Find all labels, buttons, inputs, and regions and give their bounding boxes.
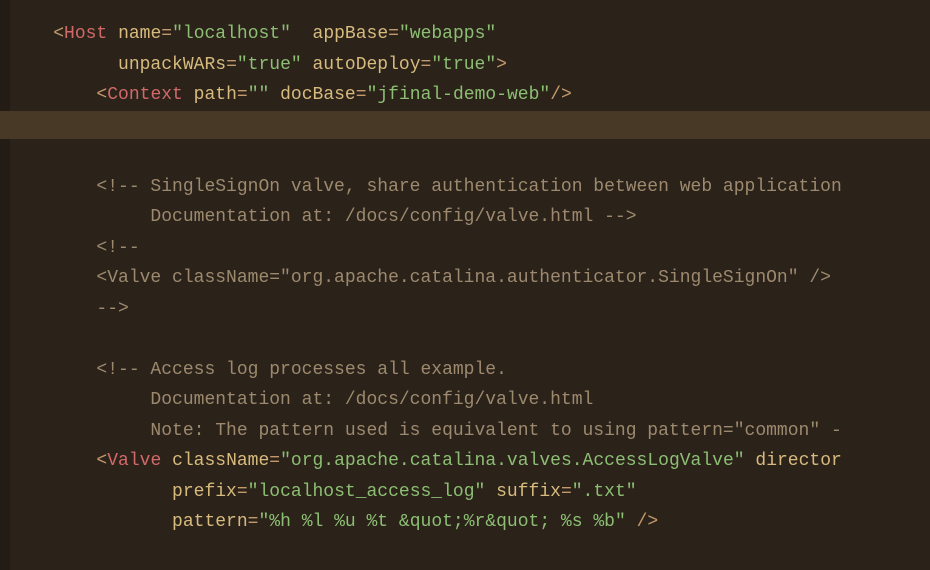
token-cmt: Documentation at: /docs/config/valve.htm… (96, 207, 636, 227)
token-attr: docBase (280, 85, 356, 105)
token-p (96, 512, 172, 532)
token-str: ".txt" (572, 482, 637, 502)
token-attr: path (194, 85, 237, 105)
token-eq: = (237, 85, 248, 105)
code-line[interactable]: Documentation at: /docs/config/valve.htm… (10, 202, 930, 233)
code-line[interactable]: <Valve className="org.apache.catalina.va… (10, 446, 930, 477)
token-eq: = (248, 512, 259, 532)
token-p (485, 482, 496, 502)
code-line[interactable]: pattern="%h %l %u %t &quot;%r&quot; %s %… (10, 507, 930, 538)
token-p (302, 55, 313, 75)
token-str: "localhost_access_log" (248, 482, 486, 502)
code-line[interactable]: Documentation at: /docs/config/valve.htm… (10, 385, 930, 416)
token-p (626, 512, 637, 532)
token-str: "true" (431, 55, 496, 75)
token-eq: = (269, 451, 280, 471)
token-eq: = (356, 85, 367, 105)
token-cmt: <!-- (96, 238, 139, 258)
code-editor[interactable]: <Host name="localhost" appBase="webapps"… (0, 0, 930, 570)
code-line[interactable]: <!-- (10, 233, 930, 264)
token-attr: unpackWARs (118, 55, 226, 75)
code-line[interactable]: unpackWARs="true" autoDeploy="true"> (10, 50, 930, 81)
code-line[interactable]: <!-- SingleSignOn valve, share authentic… (10, 172, 930, 203)
code-line[interactable] (10, 538, 930, 569)
code-line[interactable]: <Valve className="org.apache.catalina.au… (10, 263, 930, 294)
token-br: > (561, 85, 572, 105)
token-p (96, 482, 172, 502)
token-attr: pattern (172, 512, 248, 532)
code-line[interactable]: Note: The pattern used is equivalent to … (10, 416, 930, 447)
code-line[interactable]: <Host name="localhost" appBase="webapps" (10, 19, 930, 50)
token-tag: Valve (107, 451, 161, 471)
token-attr: director (755, 451, 841, 471)
token-str: "" (248, 85, 270, 105)
code-content[interactable]: <Host name="localhost" appBase="webapps"… (10, 19, 930, 570)
token-attr: suffix (496, 482, 561, 502)
token-attr: prefix (172, 482, 237, 502)
editor-gutter (0, 0, 10, 570)
code-line[interactable]: <!-- Access log processes all example. (10, 355, 930, 386)
token-str: "org.apache.catalina.valves.AccessLogVal… (280, 451, 744, 471)
token-sl: / (550, 85, 561, 105)
token-eq: = (161, 24, 172, 44)
token-br: > (647, 512, 658, 532)
token-br: < (53, 24, 64, 44)
token-p (269, 85, 280, 105)
token-cmt: <Valve className="org.apache.catalina.au… (96, 268, 831, 288)
token-br: < (96, 85, 107, 105)
token-eq: = (388, 24, 399, 44)
token-sl: / (637, 512, 648, 532)
token-p (107, 24, 118, 44)
code-line[interactable]: --> (10, 294, 930, 325)
token-p (183, 85, 194, 105)
token-str: "webapps" (399, 24, 496, 44)
token-cmt: <!-- SingleSignOn valve, share authentic… (96, 177, 841, 197)
token-p (745, 451, 756, 471)
token-str: "jfinal-demo-web" (367, 85, 551, 105)
token-attr: autoDeploy (313, 55, 421, 75)
token-attr: appBase (313, 24, 389, 44)
token-str: "%h %l %u %t &quot;%r&quot; %s %b" (258, 512, 625, 532)
token-eq: = (226, 55, 237, 75)
token-cmt: Note: The pattern used is equivalent to … (96, 421, 841, 441)
code-line[interactable]: <Context path="" docBase="jfinal-demo-we… (10, 80, 930, 111)
token-tag: Host (64, 24, 107, 44)
token-p (291, 24, 313, 44)
token-tag: Context (107, 85, 183, 105)
token-str: "true" (237, 55, 302, 75)
token-eq: = (561, 482, 572, 502)
token-br: < (96, 451, 107, 471)
token-cmt: --> (96, 299, 128, 319)
token-cmt: Documentation at: /docs/config/valve.htm… (96, 390, 593, 410)
token-p (161, 451, 172, 471)
token-br: > (496, 55, 507, 75)
token-cmt: <!-- Access log processes all example. (96, 360, 506, 380)
token-p (53, 55, 118, 75)
code-line[interactable] (10, 324, 930, 355)
token-eq: = (237, 482, 248, 502)
token-eq: = (421, 55, 432, 75)
code-line[interactable] (10, 141, 930, 172)
token-attr: name (118, 24, 161, 44)
code-line[interactable] (10, 111, 930, 142)
token-str: "localhost" (172, 24, 291, 44)
code-line[interactable]: prefix="localhost_access_log" suffix=".t… (10, 477, 930, 508)
token-attr: className (172, 451, 269, 471)
